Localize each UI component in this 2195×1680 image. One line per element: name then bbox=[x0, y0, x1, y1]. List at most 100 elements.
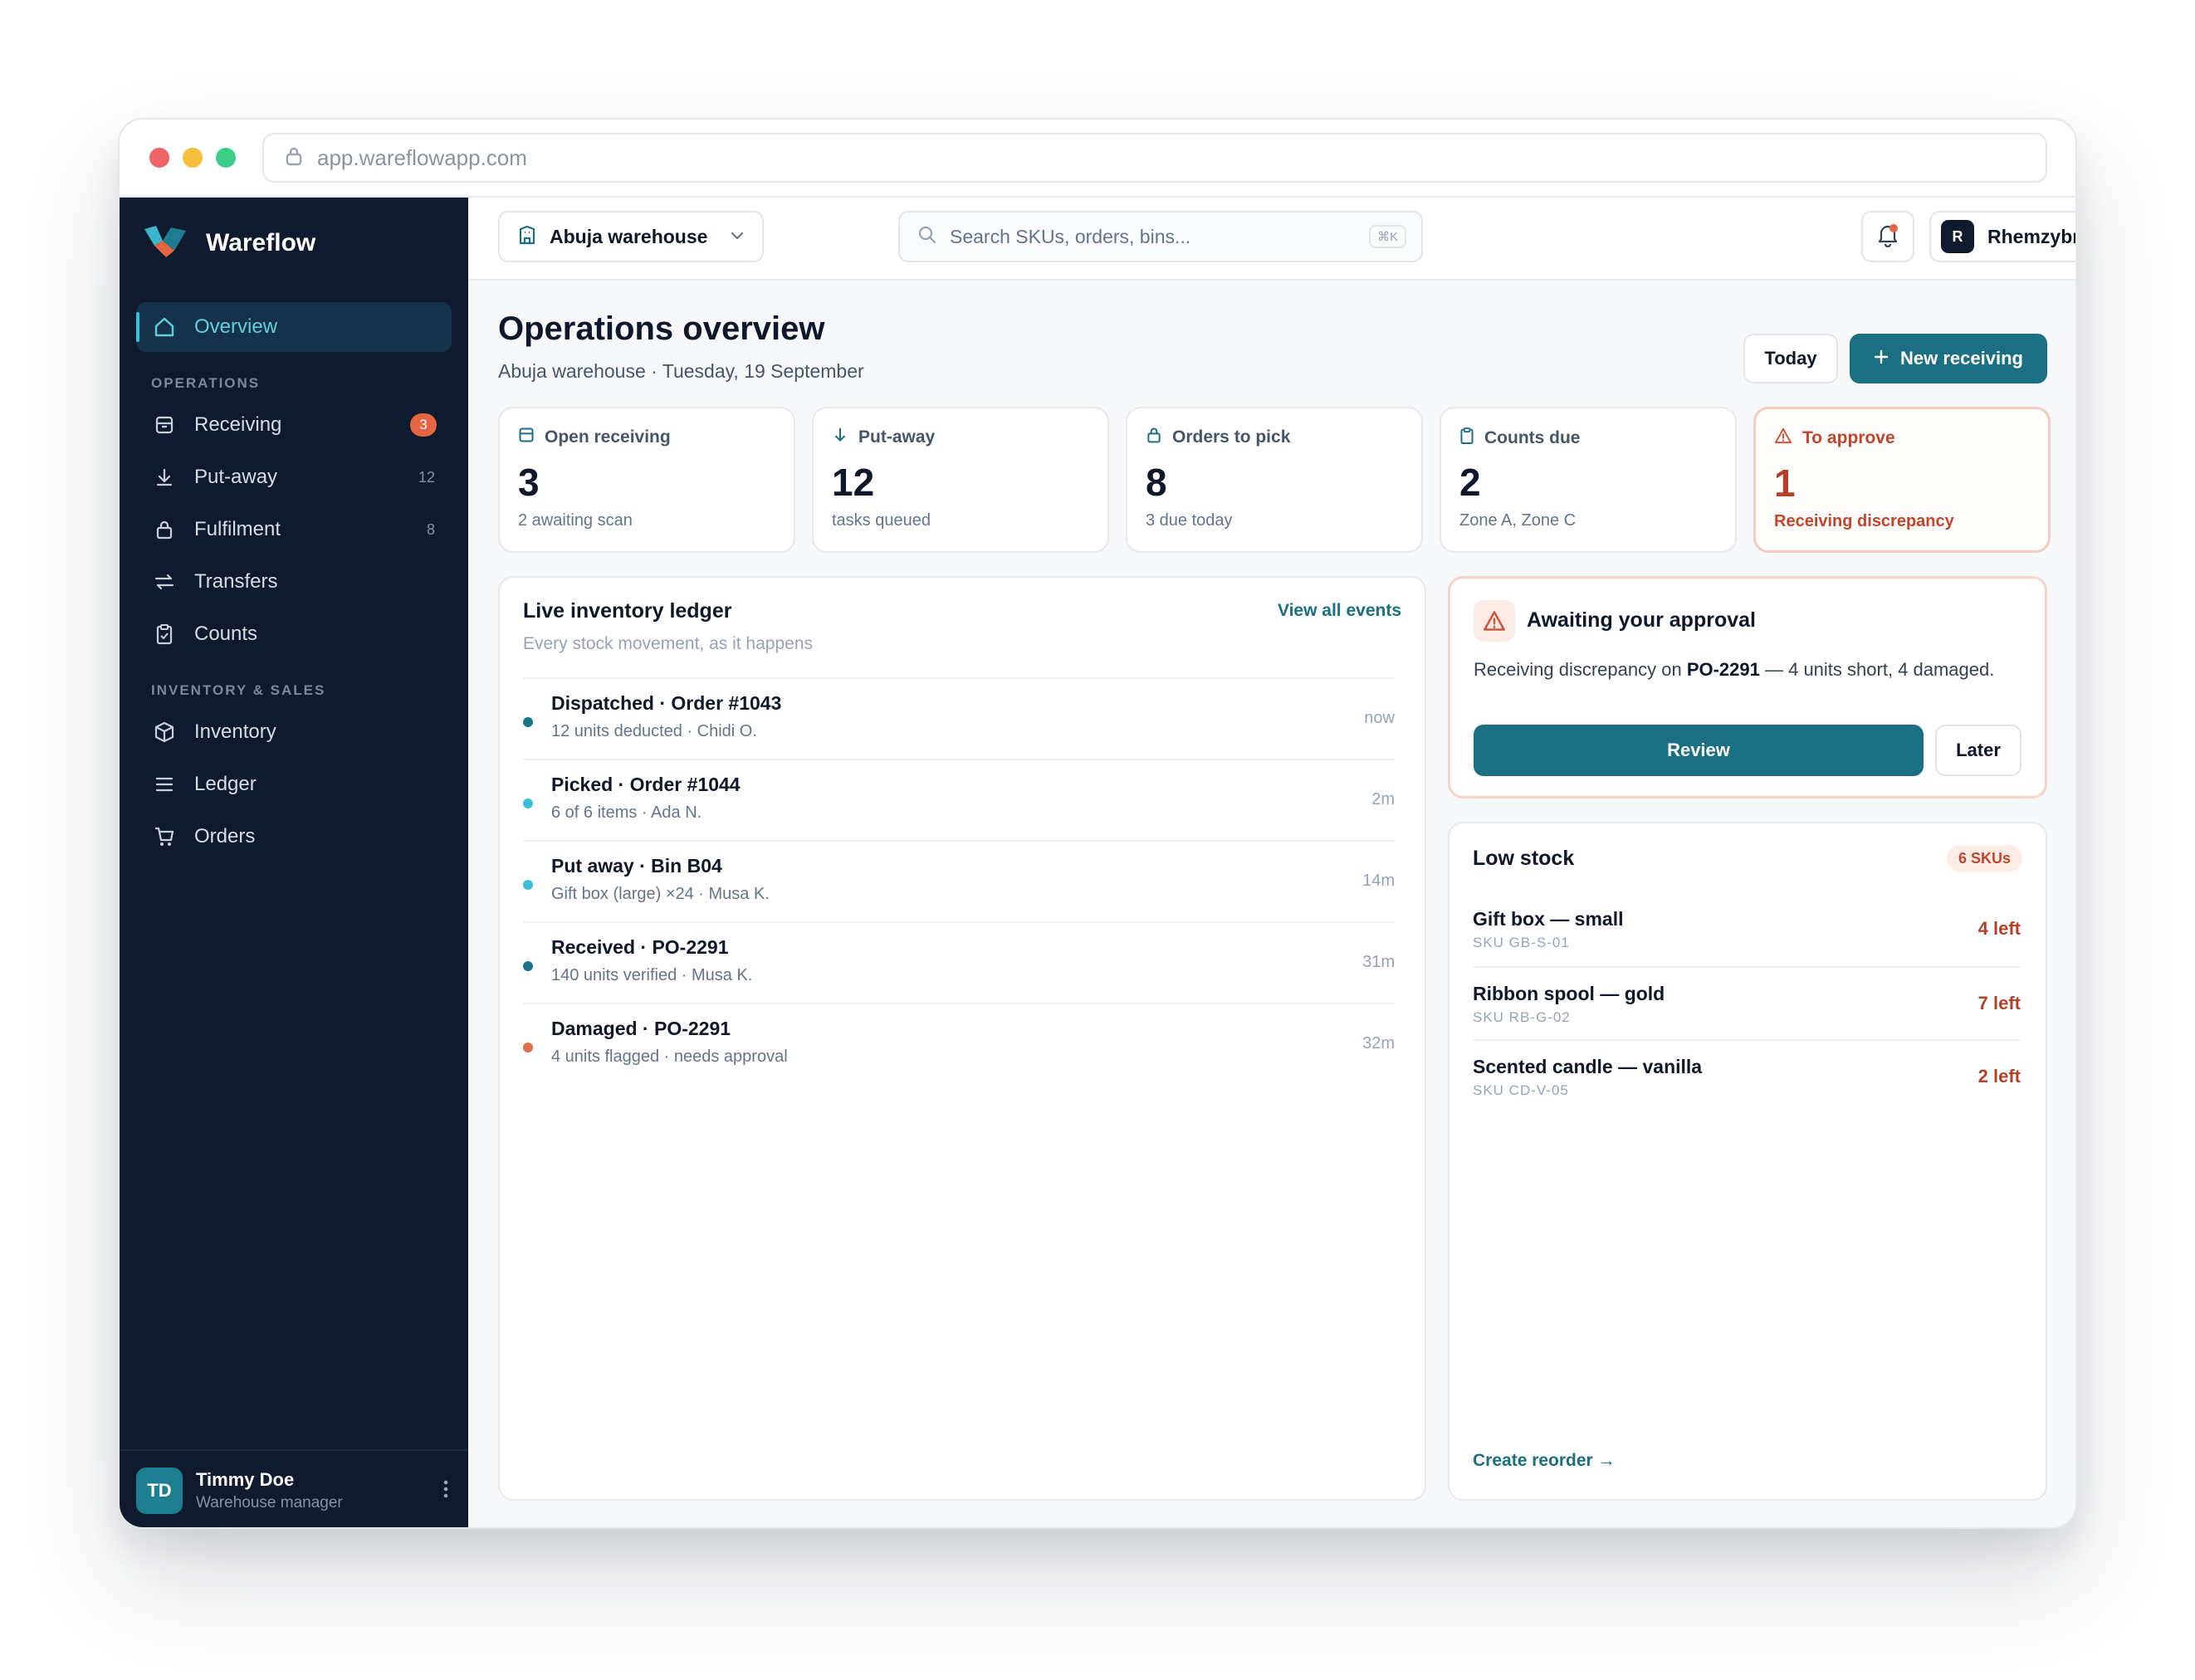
ledger-event[interactable]: Damaged · PO-2291 4 units flagged · need… bbox=[523, 1003, 1395, 1084]
brand-name: Wareflow bbox=[206, 228, 316, 256]
stat-subtext: 3 due today bbox=[1146, 511, 1233, 530]
topbar: Abuja warehouse Search SKUs, orders, bin… bbox=[468, 198, 2077, 281]
item-name: Gift box — small bbox=[1473, 908, 1624, 930]
stat-subtext: Receiving discrepancy bbox=[1774, 512, 1954, 530]
event-time: 14m bbox=[1362, 872, 1395, 890]
sidebar-item-receiving[interactable]: Receiving 3 bbox=[136, 400, 452, 450]
create-reorder-link[interactable]: Create reorder → bbox=[1473, 1451, 1616, 1471]
account-menu[interactable]: R Rhemzybrown bbox=[1929, 211, 2077, 262]
event-detail: 6 of 6 items · Ada N. bbox=[551, 803, 702, 822]
stat-card-orders-to-pick[interactable]: Orders to pick 8 3 due today bbox=[1126, 407, 1423, 553]
sidebar-item-orders[interactable]: Orders bbox=[136, 812, 452, 862]
item-sku: SKU CD-V-05 bbox=[1473, 1082, 1569, 1098]
item-quantity: 2 left bbox=[1977, 1066, 2021, 1087]
warning-icon bbox=[1774, 427, 1792, 449]
warning-icon bbox=[1474, 600, 1515, 642]
notifications-button[interactable] bbox=[1861, 211, 1914, 262]
lock-icon bbox=[286, 146, 302, 170]
ledger-event[interactable]: Dispatched · Order #1043 12 units deduct… bbox=[523, 677, 1395, 759]
today-button[interactable]: Today bbox=[1743, 334, 1838, 383]
warehouse-name: Abuja warehouse bbox=[550, 225, 708, 247]
low-stock-item[interactable]: Gift box — small SKU GB-S-01 4 left bbox=[1473, 893, 2021, 966]
box-icon bbox=[153, 720, 176, 744]
search-icon bbox=[918, 226, 936, 248]
sidebar-item-label: Overview bbox=[194, 315, 278, 338]
bag-icon bbox=[153, 518, 176, 541]
stat-card-to-approve[interactable]: To approve 1 Receiving discrepancy bbox=[1753, 407, 2051, 553]
event-time: now bbox=[1364, 709, 1395, 727]
account-name: Rhemzybrown bbox=[1987, 225, 2077, 247]
sidebar-item-label: Inventory bbox=[194, 720, 276, 743]
sidebar-item-transfers[interactable]: Transfers bbox=[136, 557, 452, 607]
view-all-events-link[interactable]: View all events bbox=[1278, 601, 1401, 621]
event-dot bbox=[523, 880, 533, 890]
bag-icon bbox=[1146, 427, 1162, 448]
new-receiving-button[interactable]: New receiving bbox=[1850, 334, 2047, 383]
stat-label: Orders to pick bbox=[1172, 427, 1291, 447]
building-icon bbox=[518, 225, 536, 249]
more-vertical-icon[interactable] bbox=[443, 1479, 448, 1503]
sidebar-item-label: Ledger bbox=[194, 773, 257, 795]
current-user-card[interactable]: TD Timmy Doe Warehouse manager bbox=[120, 1449, 468, 1527]
stat-subtext: 2 awaiting scan bbox=[518, 511, 633, 530]
warehouse-selector[interactable]: Abuja warehouse bbox=[498, 211, 764, 262]
brand[interactable]: Wareflow bbox=[143, 222, 315, 263]
event-dot bbox=[523, 961, 533, 971]
stat-subtext: tasks queued bbox=[832, 511, 931, 530]
maximize-window-dot[interactable] bbox=[216, 148, 236, 168]
minimize-window-dot[interactable] bbox=[183, 148, 203, 168]
event-title: Dispatched · Order #1043 bbox=[551, 692, 782, 714]
arrow-down-icon bbox=[832, 427, 848, 448]
ledger-event[interactable]: Picked · Order #1044 6 of 6 items · Ada … bbox=[523, 759, 1395, 840]
low-stock-item[interactable]: Ribbon spool — gold SKU RB-G-02 7 left bbox=[1473, 966, 2021, 1039]
sidebar-item-label: Fulfilment bbox=[194, 518, 281, 540]
sidebar-item-label: Orders bbox=[194, 825, 256, 847]
review-button[interactable]: Review bbox=[1474, 725, 1924, 776]
approval-po-number[interactable]: PO-2291 bbox=[1687, 659, 1760, 680]
download-icon bbox=[153, 466, 176, 489]
sidebar-item-overview[interactable]: Overview bbox=[136, 302, 452, 352]
browser-chrome: app.wareflowapp.com bbox=[120, 120, 2075, 198]
address-bar[interactable]: app.wareflowapp.com bbox=[262, 133, 2047, 183]
sidebar-item-fulfilment[interactable]: Fulfilment 8 bbox=[136, 505, 452, 554]
list-icon bbox=[153, 773, 176, 796]
search-bar[interactable]: Search SKUs, orders, bins... ⌘K bbox=[898, 211, 1423, 262]
event-time: 31m bbox=[1362, 953, 1395, 971]
low-stock-title: Low stock bbox=[1473, 847, 1575, 870]
event-title: Received · PO-2291 bbox=[551, 936, 729, 958]
later-button[interactable]: Later bbox=[1935, 725, 2021, 776]
ledger-event[interactable]: Received · PO-2291 140 units verified · … bbox=[523, 921, 1395, 1003]
sidebar-item-label: Counts bbox=[194, 623, 258, 645]
event-detail: 4 units flagged · needs approval bbox=[551, 1048, 788, 1066]
plus-icon bbox=[1874, 349, 1889, 369]
sidebar-item-ledger[interactable]: Ledger bbox=[136, 759, 452, 809]
fulfilment-count: 8 bbox=[426, 520, 435, 538]
user-name: Timmy Doe bbox=[196, 1469, 295, 1490]
event-detail: 12 units deducted · Chidi O. bbox=[551, 722, 757, 740]
approval-card: Awaiting your approval Receiving discrep… bbox=[1448, 576, 2047, 798]
sidebar-item-put-away[interactable]: Put-away 12 bbox=[136, 452, 452, 502]
event-dot bbox=[523, 798, 533, 808]
account-avatar: R bbox=[1941, 220, 1974, 253]
url-text: app.wareflowapp.com bbox=[317, 144, 527, 170]
cart-icon bbox=[153, 825, 176, 848]
search-input[interactable]: Search SKUs, orders, bins... bbox=[950, 226, 1190, 248]
ledger-title: Live inventory ledger bbox=[523, 599, 732, 623]
close-window-dot[interactable] bbox=[149, 148, 169, 168]
item-sku: SKU RB-G-02 bbox=[1473, 1009, 1571, 1025]
stat-value: 1 bbox=[1774, 462, 1796, 505]
sidebar-item-counts[interactable]: Counts bbox=[136, 609, 452, 659]
stat-card-open-receiving[interactable]: Open receiving 3 2 awaiting scan bbox=[498, 407, 795, 553]
stat-value: 8 bbox=[1146, 461, 1167, 504]
item-name: Ribbon spool — gold bbox=[1473, 983, 1665, 1004]
sidebar-item-inventory[interactable]: Inventory bbox=[136, 707, 452, 757]
clipboard-icon bbox=[1459, 427, 1474, 450]
stat-card-counts-due[interactable]: Counts due 2 Zone A, Zone C bbox=[1440, 407, 1737, 553]
chevron-down-icon bbox=[731, 229, 744, 244]
stat-card-put-away[interactable]: Put-away 12 tasks queued bbox=[812, 407, 1109, 553]
low-stock-item[interactable]: Scented candle — vanilla SKU CD-V-05 2 l… bbox=[1473, 1039, 2021, 1112]
ledger-event[interactable]: Put away · Bin B04 Gift box (large) ×24 … bbox=[523, 840, 1395, 921]
low-stock-card: Low stock 6 SKUs Gift box — small SKU GB… bbox=[1448, 822, 2047, 1501]
inbox-icon bbox=[518, 427, 535, 448]
page-title: Operations overview bbox=[498, 310, 825, 347]
